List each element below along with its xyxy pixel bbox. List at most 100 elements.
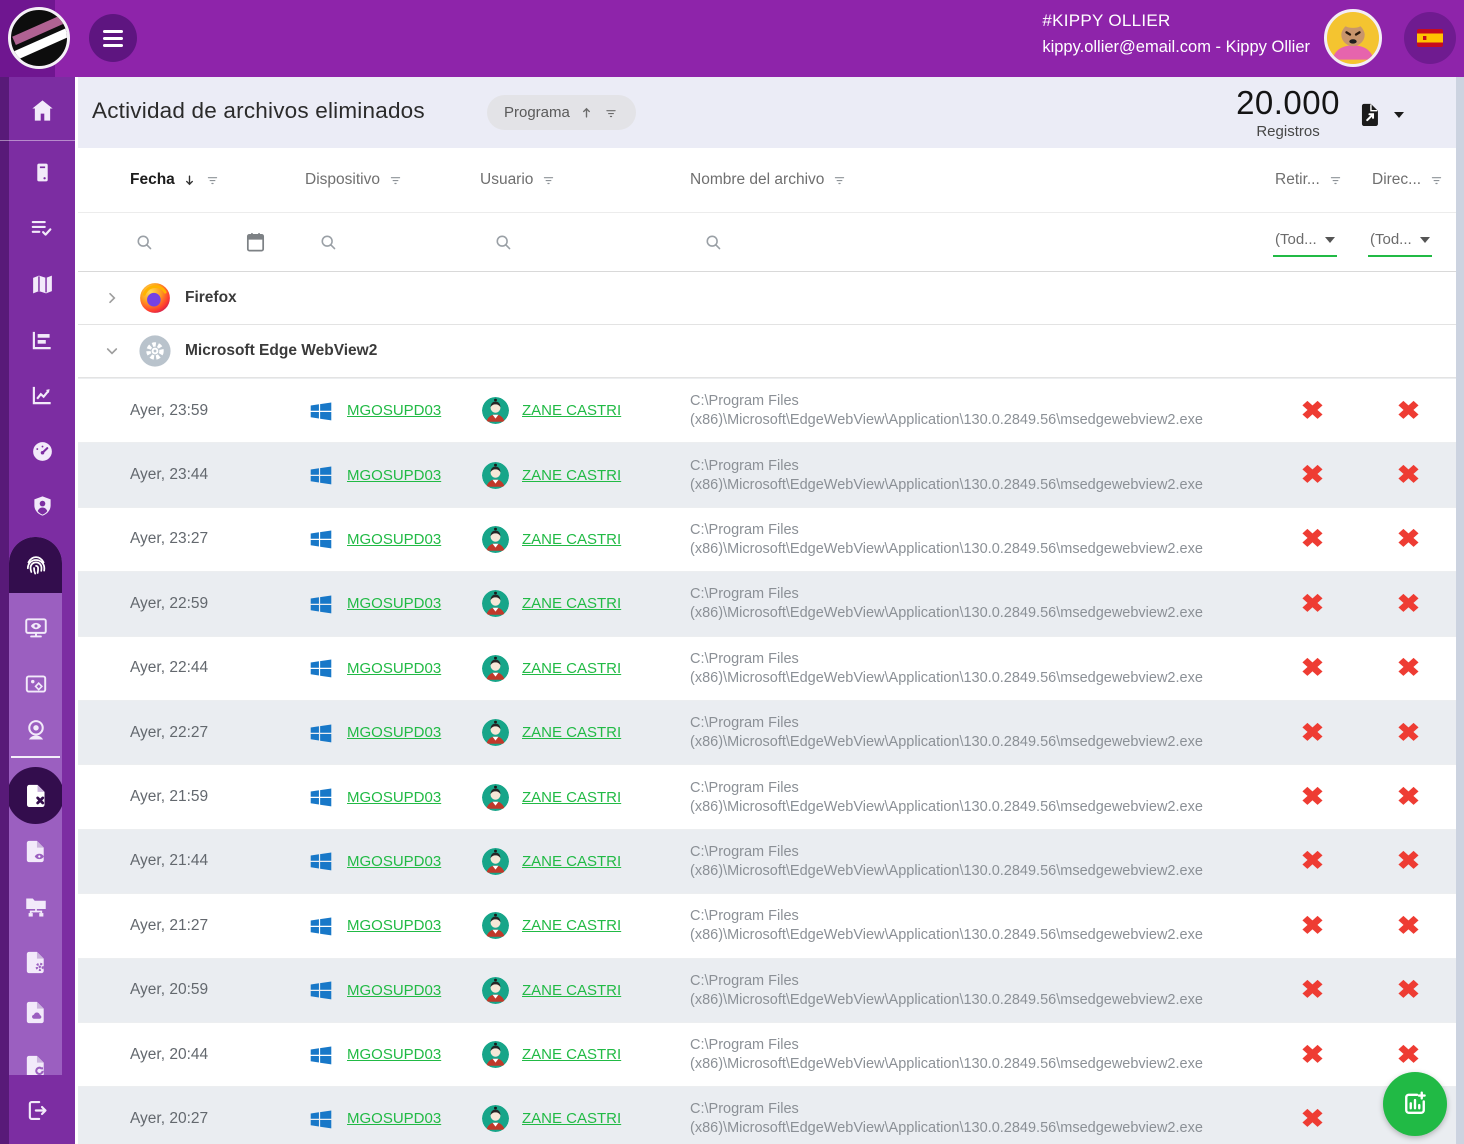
fingerprint-icon xyxy=(22,551,50,579)
user-link[interactable]: ZANE CASTRI xyxy=(522,1046,621,1063)
topbar: #KIPPY OLLIER kippy.ollier@email.com - K… xyxy=(0,0,1464,77)
sidebar-group-divider xyxy=(11,756,60,758)
directorio-filter-dropdown[interactable]: (Tod... xyxy=(1368,227,1432,257)
scrollbar[interactable] xyxy=(1456,77,1464,1144)
sidebar-item-dashboard[interactable] xyxy=(9,425,75,477)
task-list-icon xyxy=(29,215,55,241)
sidebar-item-deleted-files-active[interactable] xyxy=(9,767,62,824)
language-button[interactable] xyxy=(1404,12,1456,64)
sidebar-divider xyxy=(0,140,75,141)
sidebar-item-home[interactable] xyxy=(9,84,75,136)
filter-icon[interactable] xyxy=(204,173,221,187)
device-link[interactable]: MGOSUPD03 xyxy=(347,595,441,612)
sidebar-item-file-sync[interactable] xyxy=(9,1040,62,1075)
windows-icon xyxy=(308,655,334,681)
chevron-right-icon xyxy=(104,290,120,306)
filter-icon[interactable] xyxy=(387,173,404,187)
sort-chip-programa[interactable]: Programa xyxy=(487,95,636,130)
filter-icon[interactable] xyxy=(540,173,557,187)
menu-button[interactable] xyxy=(89,14,137,62)
export-button[interactable] xyxy=(1356,101,1404,129)
device-link[interactable]: MGOSUPD03 xyxy=(347,982,441,999)
sidebar-item-webcam[interactable] xyxy=(9,704,62,756)
table-row: Ayer, 20:27 MGOSUPD03 ZANE CASTRI C:\Pro… xyxy=(78,1086,1456,1144)
retirado-filter-dropdown[interactable]: (Tod... xyxy=(1273,227,1337,257)
search-icon[interactable] xyxy=(703,232,724,253)
sidebar-item-line-chart[interactable] xyxy=(9,369,75,421)
user-link[interactable]: ZANE CASTRI xyxy=(522,853,621,870)
user-link[interactable]: ZANE CASTRI xyxy=(522,595,621,612)
sidebar-item-screen-monitor[interactable] xyxy=(9,602,62,654)
sidebar-item-tasks[interactable] xyxy=(9,202,75,254)
search-icon[interactable] xyxy=(318,232,339,253)
column-header-usuario[interactable]: Usuario xyxy=(460,171,665,189)
sidebar-item-file-settings[interactable] xyxy=(9,936,62,988)
group-row-firefox[interactable]: Firefox xyxy=(78,272,1456,325)
device-link[interactable]: MGOSUPD03 xyxy=(347,724,441,741)
user-row-avatar xyxy=(482,784,509,811)
device-link[interactable]: MGOSUPD03 xyxy=(347,1110,441,1127)
filter-icon[interactable] xyxy=(1327,173,1344,187)
user-link[interactable]: ZANE CASTRI xyxy=(522,467,621,484)
device-link[interactable]: MGOSUPD03 xyxy=(347,467,441,484)
windows-icon xyxy=(308,1106,334,1132)
row-time: Ayer, 22:44 xyxy=(78,659,285,677)
calendar-icon[interactable] xyxy=(244,231,267,254)
device-link[interactable]: MGOSUPD03 xyxy=(347,789,441,806)
sidebar-item-bar-chart[interactable] xyxy=(9,314,75,366)
user-link[interactable]: ZANE CASTRI xyxy=(522,724,621,741)
column-header-nombre[interactable]: Nombre del archivo xyxy=(665,171,1265,189)
table-row: Ayer, 20:59 MGOSUPD03 ZANE CASTRI C:\Pro… xyxy=(78,958,1456,1022)
device-link[interactable]: MGOSUPD03 xyxy=(347,402,441,419)
user-link[interactable]: ZANE CASTRI xyxy=(522,402,621,419)
spain-flag-icon xyxy=(1417,29,1443,47)
file-path: C:\Program Files (x86)\Microsoft\EdgeWeb… xyxy=(665,780,1265,815)
user-link[interactable]: ZANE CASTRI xyxy=(522,917,621,934)
chevron-down-icon xyxy=(1420,237,1430,243)
sidebar-item-map[interactable] xyxy=(9,258,75,310)
user-link[interactable]: ZANE CASTRI xyxy=(522,789,621,806)
retired-x-icon: ✖ xyxy=(1301,975,1324,1005)
sidebar-item-fingerprint[interactable] xyxy=(9,537,62,593)
sidebar-item-logout[interactable] xyxy=(0,1084,75,1136)
retired-x-icon: ✖ xyxy=(1301,460,1324,490)
column-header-dispositivo[interactable]: Dispositivo xyxy=(285,171,460,189)
add-report-fab[interactable] xyxy=(1383,1072,1447,1136)
column-header-fecha[interactable]: Fecha xyxy=(78,171,285,189)
user-link[interactable]: ZANE CASTRI xyxy=(522,982,621,999)
search-icon[interactable] xyxy=(493,232,514,253)
retired-x-icon: ✖ xyxy=(1301,718,1324,748)
group-row-edge-webview[interactable]: Microsoft Edge WebView2 xyxy=(78,325,1456,378)
filter-icon[interactable] xyxy=(831,173,848,187)
file-path: C:\Program Files (x86)\Microsoft\EdgeWeb… xyxy=(665,651,1265,686)
group-label: Microsoft Edge WebView2 xyxy=(185,342,377,360)
sidebar-item-file-activity[interactable] xyxy=(9,825,62,877)
sidebar-item-file-cloud[interactable] xyxy=(9,986,62,1038)
search-icon[interactable] xyxy=(134,232,155,253)
user-link[interactable]: ZANE CASTRI xyxy=(522,531,621,548)
device-link[interactable]: MGOSUPD03 xyxy=(347,531,441,548)
retired-x-icon: ✖ xyxy=(1301,846,1324,876)
user-link[interactable]: ZANE CASTRI xyxy=(522,660,621,677)
table-filter-row: (Tod... (Tod... xyxy=(78,212,1456,272)
user-link[interactable]: ZANE CASTRI xyxy=(522,1110,621,1127)
device-link[interactable]: MGOSUPD03 xyxy=(347,853,441,870)
user-avatar[interactable] xyxy=(1324,9,1382,67)
sidebar-item-screenshots[interactable] xyxy=(9,658,62,710)
sidebar-item-security[interactable] xyxy=(9,480,75,532)
records-value: 20.000 xyxy=(1236,84,1340,122)
windows-icon xyxy=(308,848,334,874)
device-link[interactable]: MGOSUPD03 xyxy=(347,917,441,934)
column-header-directorio[interactable]: Direc... xyxy=(1360,171,1456,189)
device-link[interactable]: MGOSUPD03 xyxy=(347,660,441,677)
filter-icon[interactable] xyxy=(1428,173,1445,187)
brand-logo-icon[interactable] xyxy=(8,7,70,69)
device-link[interactable]: MGOSUPD03 xyxy=(347,1046,441,1063)
user-info: #KIPPY OLLIER kippy.ollier@email.com - K… xyxy=(1042,11,1310,57)
sidebar-item-network-folder[interactable] xyxy=(9,881,62,933)
column-header-retirado[interactable]: Retir... xyxy=(1265,171,1360,189)
file-path: C:\Program Files (x86)\Microsoft\EdgeWeb… xyxy=(665,844,1265,879)
file-path: C:\Program Files (x86)\Microsoft\EdgeWeb… xyxy=(665,393,1265,428)
sidebar-item-devices[interactable] xyxy=(9,146,75,198)
retired-x-icon: ✖ xyxy=(1301,1104,1324,1134)
